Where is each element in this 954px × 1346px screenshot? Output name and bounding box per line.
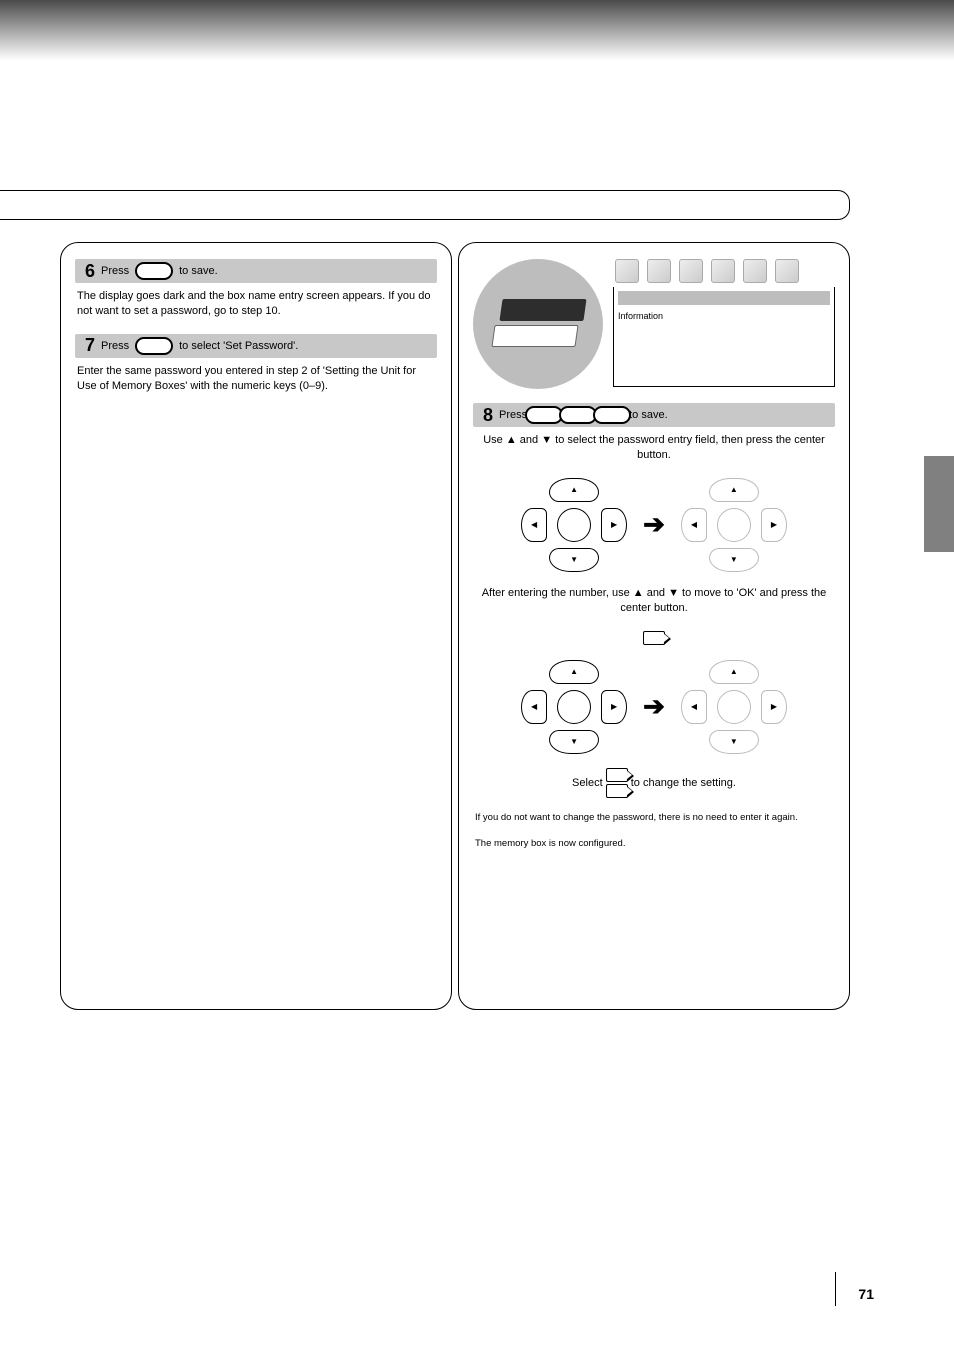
page-number-rule [835,1272,836,1306]
dpad-left-icon: ◀ [681,508,707,542]
dpad-right-icon: ▶ [601,690,627,724]
step-8-line2: After entering the number, use ▲ and ▼ t… [475,586,833,617]
dpad-up-icon: ▲ [549,478,599,502]
right-column: Information 8 Press to save. Use ▲ and ▼… [458,242,850,1010]
page-number: 71 [858,1286,874,1302]
step-8-band: 8 Press to save. [473,403,835,427]
feature-icon [615,259,639,283]
dpad-down-icon: ▼ [549,548,599,572]
dpad-active: ▲ ◀ ▶ ▼ [521,478,627,572]
dpad-down-icon: ▼ [709,548,759,572]
step-8-before: Press [499,409,527,421]
step-8-line5: The memory box is now configured. [475,838,833,850]
info-box-band [618,291,830,305]
dpad-active: ▲ ◀ ▶ ▼ [521,660,627,754]
dpad-faded: ▲ ◀ ▶ ▼ [681,660,787,754]
step-6-band: 6 Press to save. [75,259,437,283]
dpad-center-icon [717,508,751,542]
dpad-up-icon: ▲ [549,660,599,684]
step-7-band: 7 Press to select 'Set Password'. [75,334,437,358]
section-header-bar [0,190,850,220]
dpad-up-icon: ▲ [709,478,759,502]
step-8-line3: Select to change the setting. [475,768,833,798]
button-pill-icon [135,337,173,355]
step-6-after: to save. [179,265,218,277]
feature-icon [775,259,799,283]
dpad-center-icon [557,690,591,724]
step-8-line1: Use ▲ and ▼ to select the password entry… [475,433,833,464]
step-8-line4: If you do not want to change the passwor… [475,812,833,824]
dpad-center-icon [717,690,751,724]
button-pill-icon [135,262,173,280]
page-top-gradient [0,0,954,60]
arrow-right-icon: ➔ [643,691,665,722]
dpad-left-icon: ◀ [521,690,547,724]
info-label: Information [618,311,830,321]
left-column: 6 Press to save. The display goes dark a… [60,242,452,1010]
step-6-number: 6 [75,261,101,282]
dpad-right-icon: ▶ [601,508,627,542]
info-header: Information [473,259,835,389]
side-tab [924,456,954,552]
dpad-row-1: ▲ ◀ ▶ ▼ ➔ ▲ ◀ ▶ ▼ [473,478,835,572]
step-7-number: 7 [75,335,101,356]
step-6-before: Press [101,265,129,277]
dpad-left-icon: ◀ [521,508,547,542]
dpad-faded: ▲ ◀ ▶ ▼ [681,478,787,572]
step-8-note-icon-line [475,631,833,646]
step-8-number: 8 [473,405,499,426]
tag-icon [643,631,665,645]
button-pill-trio-icon [527,406,629,424]
double-tag-icon [606,768,628,798]
dpad-right-icon: ▶ [761,690,787,724]
dpad-row-2: ▲ ◀ ▶ ▼ ➔ ▲ ◀ ▶ ▼ [473,660,835,754]
info-box: Information [613,287,835,387]
step-7-body: Enter the same password you entered in s… [77,364,435,395]
dpad-down-icon: ▼ [549,730,599,754]
dpad-up-icon: ▲ [709,660,759,684]
feature-icon-row [613,259,835,283]
feature-icon [647,259,671,283]
feature-icon [743,259,767,283]
dpad-left-icon: ◀ [681,690,707,724]
step-8-after: to save. [629,409,668,421]
step-7-before: Press [101,340,129,352]
step-6-body: The display goes dark and the box name e… [77,289,435,320]
device-illustration [473,259,603,389]
step-7-after: to select 'Set Password'. [179,340,298,352]
feature-icon [679,259,703,283]
dpad-down-icon: ▼ [709,730,759,754]
feature-icon [711,259,735,283]
dpad-right-icon: ▶ [761,508,787,542]
arrow-right-icon: ➔ [643,509,665,540]
dpad-center-icon [557,508,591,542]
